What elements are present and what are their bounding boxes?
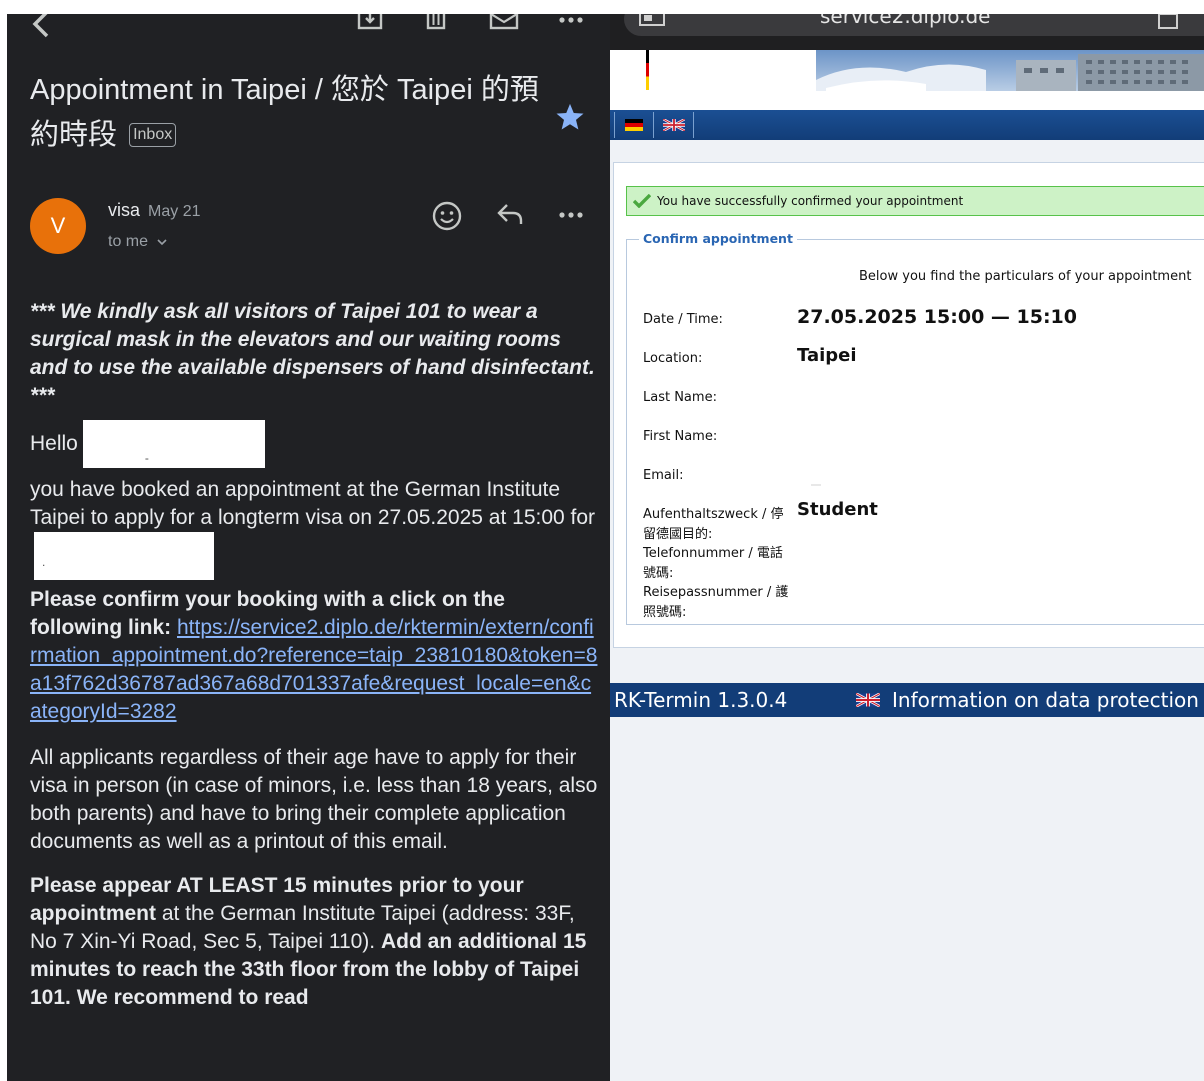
more-icon bbox=[559, 17, 583, 23]
phone-label: Telefonnummer / 電話號碼: bbox=[643, 546, 783, 581]
tabs-icon bbox=[639, 14, 665, 26]
reply-button[interactable] bbox=[495, 200, 525, 233]
tabs-button[interactable] bbox=[638, 14, 666, 32]
email-value-redacted bbox=[811, 484, 821, 486]
site-banner bbox=[610, 50, 1204, 112]
browser-window: service2.diplo.de You have successfully … bbox=[610, 14, 1204, 1081]
last-name-label: Last Name: bbox=[643, 390, 717, 405]
applicants-paragraph: All applicants regardless of their age h… bbox=[30, 746, 598, 853]
toolbar-more-button[interactable] bbox=[559, 14, 583, 30]
mark-unread-button[interactable] bbox=[489, 14, 519, 35]
archive-button[interactable] bbox=[357, 14, 383, 35]
first-name-label: First Name: bbox=[643, 429, 718, 444]
emoji-icon bbox=[432, 201, 462, 231]
booking-paragraph: you have booked an appointment at the Ge… bbox=[30, 476, 600, 580]
back-arrow-icon bbox=[32, 14, 49, 38]
app-version: RK-Termin 1.3.0.4 bbox=[614, 688, 788, 712]
uk-flag-icon bbox=[662, 119, 685, 131]
appointment-panel: You have successfully confirmed your app… bbox=[613, 162, 1204, 648]
greeting-text: Hello bbox=[30, 432, 78, 455]
uk-flag-icon bbox=[856, 693, 880, 707]
url-text[interactable]: service2.diplo.de bbox=[820, 14, 990, 28]
share-button[interactable] bbox=[1156, 14, 1180, 34]
sender-avatar[interactable]: V bbox=[30, 198, 86, 254]
sender-line[interactable]: visa May 21 bbox=[108, 200, 200, 221]
recipient-text: to me bbox=[108, 233, 149, 250]
archive-icon bbox=[357, 14, 383, 30]
redacted-name-mark: - bbox=[144, 451, 149, 465]
greeting-line: Hello - bbox=[30, 420, 600, 468]
passport-label: Reisepassnummer / 護照號碼: bbox=[643, 585, 789, 620]
data-protection-link[interactable]: Information on data protection bbox=[856, 688, 1199, 712]
mail-app: Appointment in Taipei / 您於 Taipei 的預約時段 … bbox=[7, 14, 610, 1081]
sender-name: visa bbox=[108, 200, 141, 220]
more-icon bbox=[559, 212, 583, 218]
site-footer: RK-Termin 1.3.0.4 Information on data pr… bbox=[610, 683, 1204, 717]
redacted-applicant: . bbox=[34, 532, 214, 580]
purpose-value: Student bbox=[797, 499, 878, 520]
check-icon bbox=[633, 194, 651, 208]
recipient-toggle[interactable]: to me bbox=[108, 233, 168, 251]
date-time-value: 27.05.2025 15:00 — 15:10 bbox=[797, 306, 1077, 328]
mail-icon bbox=[489, 14, 519, 30]
back-button[interactable] bbox=[27, 14, 53, 49]
email-subject: Appointment in Taipei / 您於 Taipei 的預約時段 … bbox=[30, 68, 550, 158]
language-english-button[interactable] bbox=[654, 112, 694, 138]
german-flag-strip bbox=[646, 50, 649, 90]
star-icon bbox=[556, 103, 584, 130]
reply-icon bbox=[497, 204, 523, 224]
success-text: You have successfully confirmed your app… bbox=[657, 194, 964, 208]
german-flag-icon bbox=[625, 119, 643, 131]
delete-button[interactable] bbox=[425, 14, 447, 35]
browser-url-bar: service2.diplo.de bbox=[610, 14, 1204, 50]
trash-icon bbox=[426, 14, 446, 30]
location-label: Location: bbox=[643, 351, 703, 366]
email-label: Email: bbox=[643, 468, 684, 483]
email-body: *** We kindly ask all visitors of Taipei… bbox=[30, 298, 600, 1028]
particulars-intro: Below you find the particulars of your a… bbox=[859, 269, 1192, 284]
subject-text: Appointment in Taipei / 您於 Taipei 的預約時段 bbox=[30, 74, 539, 151]
message-more-button[interactable] bbox=[559, 204, 583, 231]
purpose-label: Aufenthaltszweck / 停留德國目的: bbox=[643, 507, 784, 542]
redacted-name: - bbox=[82, 420, 265, 468]
language-bar bbox=[610, 110, 1204, 140]
location-value: Taipei bbox=[797, 345, 857, 366]
language-german-button[interactable] bbox=[614, 112, 654, 138]
date-time-label: Date / Time: bbox=[643, 312, 723, 327]
chevron-down-icon bbox=[157, 239, 168, 246]
mask-notice: *** We kindly ask all visitors of Taipei… bbox=[30, 300, 595, 407]
confirm-paragraph: Please confirm your booking with a click… bbox=[30, 586, 600, 726]
fieldset-legend: Confirm appointment bbox=[639, 231, 797, 246]
add-reaction-button[interactable] bbox=[431, 200, 463, 237]
sender-date: May 21 bbox=[148, 203, 201, 220]
booking-text: you have booked an appointment at the Ge… bbox=[30, 478, 596, 529]
redacted-applicant-mark: . bbox=[42, 555, 46, 569]
appear-paragraph: Please appear AT LEAST 15 minutes prior … bbox=[30, 872, 600, 1012]
confirm-appointment-fieldset: Confirm appointment Below you find the p… bbox=[626, 231, 1204, 625]
success-message: You have successfully confirmed your app… bbox=[626, 186, 1204, 216]
share-icon bbox=[1158, 14, 1178, 29]
star-button[interactable] bbox=[555, 102, 585, 137]
data-protection-text: Information on data protection bbox=[892, 688, 1199, 712]
building-photo bbox=[816, 50, 1204, 91]
inbox-label-badge[interactable]: Inbox bbox=[129, 123, 177, 147]
